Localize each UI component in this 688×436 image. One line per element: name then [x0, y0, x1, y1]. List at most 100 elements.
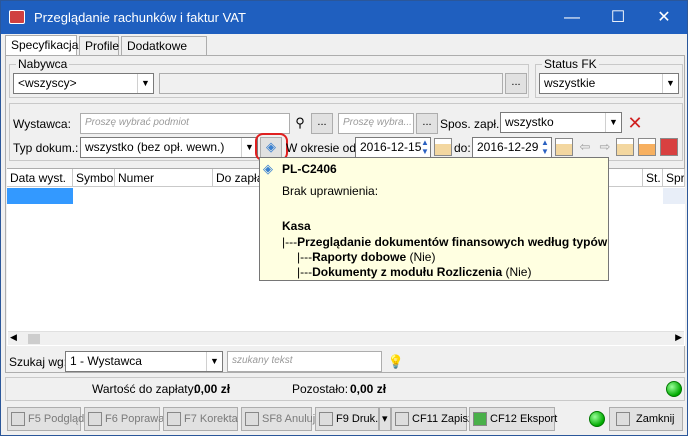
- status-indicator-icon: [666, 381, 682, 397]
- wystawca-browse-button-2[interactable]: ...: [416, 113, 438, 134]
- f5-preview-button[interactable]: F5 Podgląd: [7, 407, 84, 431]
- col-header-numer[interactable]: Numer: [115, 169, 213, 187]
- tree-prefix: |---: [297, 250, 313, 264]
- horizontal-scrollbar[interactable]: ◀ ▶: [8, 331, 684, 345]
- wystawca-field-2[interactable]: Proszę wybra...: [338, 113, 414, 134]
- calendar-icon[interactable]: [434, 138, 452, 156]
- remaining-label: Pozostało:: [292, 382, 349, 396]
- correction-icon: [167, 412, 181, 426]
- tab-specyfikacja[interactable]: Specyfikacja: [5, 35, 78, 56]
- typ-dokum-label: Typ dokum.:: [13, 141, 79, 155]
- lightbulb-icon[interactable]: 💡: [387, 353, 405, 371]
- tooltip-line-1-text: Przeglądanie dokumentów finansowych wedł…: [297, 235, 608, 249]
- col-header-symbol[interactable]: Symbol: [73, 169, 115, 187]
- exit-door-icon: [616, 412, 630, 426]
- nabywca-combo[interactable]: <wszyscy> ▼: [13, 73, 154, 94]
- permissions-button[interactable]: ◈: [260, 137, 282, 158]
- cf11-save-button[interactable]: CF11 Zapisz: [391, 407, 474, 431]
- typ-dokum-value: wszystko (bez opł. wewn.): [85, 140, 225, 154]
- wystawca-field[interactable]: Proszę wybrać podmiot: [80, 113, 290, 134]
- f9-print-button[interactable]: F9 Druk.: [315, 407, 379, 431]
- calendar-icon[interactable]: [616, 138, 634, 156]
- chevron-down-icon: ▼: [662, 74, 678, 93]
- nabywca-group: Nabywca <wszyscy> ▼ ...: [9, 57, 529, 98]
- preview-icon: [11, 412, 25, 426]
- status-fk-label: Status FK: [542, 57, 599, 71]
- spos-zapl-label: Spos. zapł.:: [440, 117, 503, 131]
- calendar-icon[interactable]: [555, 138, 573, 156]
- minimize-button[interactable]: —: [549, 1, 595, 34]
- scroll-left-icon[interactable]: ◀: [10, 332, 17, 343]
- f9-label: F9 Druk.: [336, 413, 379, 425]
- connection-indicator-icon: [589, 411, 605, 427]
- clear-filter-icon[interactable]: ✕: [626, 114, 644, 132]
- f9-print-dropdown[interactable]: ▾: [379, 407, 391, 431]
- close-label: Zamknij: [636, 413, 675, 425]
- permission-tooltip: ◈ PL-C2406 Brak uprawnienia: Kasa |---Pr…: [259, 157, 609, 281]
- nabywca-browse-button[interactable]: ...: [505, 73, 527, 94]
- chevron-down-icon: ▼: [605, 113, 621, 132]
- nabywca-label: Nabywca: [16, 57, 70, 71]
- status-fk-group: Status FK wszystkie ▼: [535, 57, 683, 98]
- col-header-do-zaplaty[interactable]: Do zapłaty: [213, 169, 263, 187]
- col-header-data-wyst[interactable]: Data wyst.: [7, 169, 73, 187]
- search-input[interactable]: szukany tekst: [227, 351, 382, 372]
- col-header-st[interactable]: St.: [643, 169, 663, 187]
- chevron-down-icon: ▼: [206, 352, 222, 371]
- date-to-value: 2016-12-29: [477, 140, 539, 154]
- f6-edit-button[interactable]: F6 Poprawa: [84, 407, 164, 431]
- arrow-right-icon[interactable]: ⇨: [596, 138, 614, 156]
- printer-icon: [319, 412, 333, 426]
- cf11-label: CF11 Zapisz: [412, 413, 474, 425]
- app-icon: [9, 10, 25, 24]
- maximize-button[interactable]: ☐: [595, 1, 641, 34]
- tooltip-line-3: |---Dokumenty z modułu Rozliczenia (Nie): [297, 265, 531, 279]
- date-from-spin[interactable]: ▲ ▼: [419, 138, 431, 157]
- shield-icon: ◈: [266, 139, 276, 154]
- tab-profile[interactable]: Profile: [79, 36, 119, 55]
- value-label: Wartość do zapłaty:: [92, 382, 197, 396]
- cf12-export-button[interactable]: CF12 Eksport: [469, 407, 558, 431]
- arrow-left-icon[interactable]: ⇦: [576, 138, 594, 156]
- scroll-right-icon[interactable]: ▶: [675, 332, 682, 343]
- tooltip-section: Kasa: [282, 219, 311, 233]
- chevron-down-icon: ▼: [137, 74, 153, 93]
- edit-icon: [88, 412, 102, 426]
- tooltip-no-rights: Brak uprawnienia:: [282, 184, 379, 198]
- main-window: Przeglądanie rachunków i faktur VAT — ☐ …: [0, 0, 688, 436]
- typ-dokum-combo[interactable]: wszystko (bez opł. wewn.) ▼: [80, 137, 258, 158]
- f7-correction-button[interactable]: F7 Korekta: [163, 407, 238, 431]
- f7-label: F7 Korekta: [184, 413, 238, 425]
- calendar-star-icon[interactable]: [638, 138, 656, 156]
- table-row-selected[interactable]: [7, 188, 73, 204]
- remaining-amount: 0,00 zł: [350, 382, 387, 396]
- tooltip-code: PL-C2406: [282, 162, 337, 176]
- scrollbar-thumb[interactable]: [28, 334, 40, 344]
- date-to-label: do:: [454, 141, 471, 155]
- tooltip-line-3-text: Dokumenty z modułu Rozliczenia: [312, 265, 503, 279]
- spos-zapl-combo[interactable]: wszystko ▼: [500, 112, 622, 133]
- col-header-sprz[interactable]: Sprz: [663, 169, 685, 187]
- summary-bar: Wartość do zapłaty: 0,00 zł Pozostało: 0…: [5, 377, 685, 401]
- calendar-delete-icon[interactable]: [660, 138, 678, 156]
- f6-label: F6 Poprawa: [105, 413, 165, 425]
- date-to-spin[interactable]: ▲ ▼: [539, 138, 551, 157]
- status-fk-combo[interactable]: wszystkie ▼: [539, 73, 679, 94]
- search-by-value: 1 - Wystawca: [70, 354, 142, 368]
- cancel-icon: [245, 412, 259, 426]
- nabywca-value: <wszyscy>: [18, 76, 77, 90]
- sf8-cancel-button[interactable]: SF8 Anuluj: [241, 407, 315, 431]
- search-by-combo[interactable]: 1 - Wystawca ▼: [65, 351, 223, 372]
- cf12-label: CF12 Eksport: [490, 413, 558, 425]
- wystawca-browse-button[interactable]: ...: [311, 113, 333, 134]
- nabywca-details-field: [159, 73, 503, 94]
- binoculars-icon[interactable]: ⚲: [291, 114, 309, 132]
- close-window-button[interactable]: Zamknij: [609, 407, 683, 431]
- shield-icon: ◈: [263, 161, 273, 176]
- tree-prefix: |---: [297, 265, 313, 279]
- tab-dodatkowe-filtry[interactable]: Dodatkowe filtry: [121, 36, 207, 67]
- close-button[interactable]: ✕: [641, 1, 687, 34]
- excel-icon: [473, 412, 487, 426]
- wystawca-placeholder: Proszę wybrać podmiot: [85, 117, 189, 128]
- save-icon: [395, 412, 409, 426]
